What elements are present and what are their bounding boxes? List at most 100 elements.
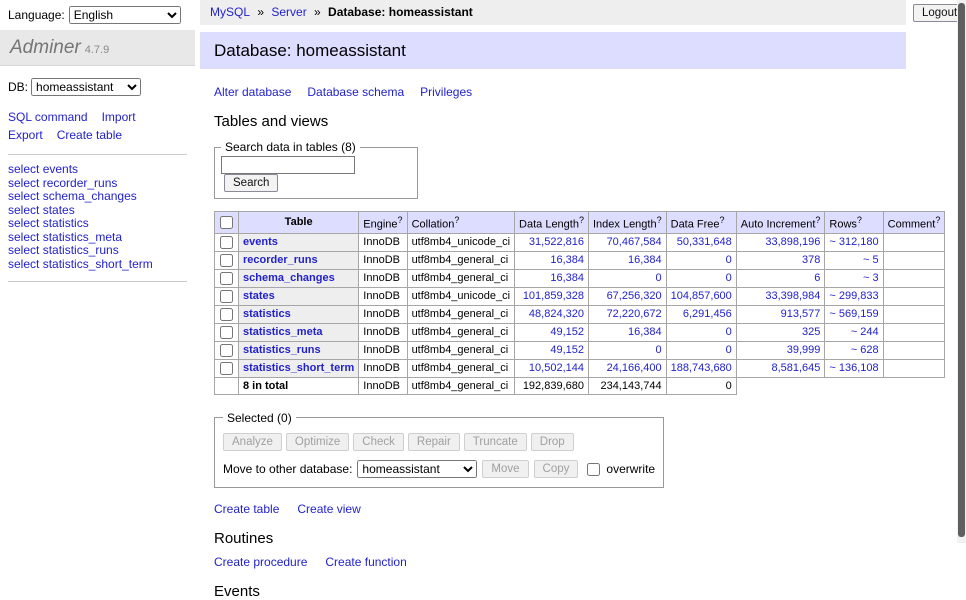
row-checkbox[interactable] bbox=[220, 362, 233, 375]
data-free-cell-link[interactable]: 104,857,600 bbox=[671, 290, 732, 302]
select-all-checkbox[interactable] bbox=[220, 216, 233, 229]
table-link[interactable]: statistics_runs bbox=[43, 243, 119, 257]
data-length-cell-link[interactable]: 48,824,320 bbox=[529, 308, 584, 320]
drop-button[interactable]: Drop bbox=[531, 433, 574, 451]
auto-increment-cell-link[interactable]: 39,999 bbox=[787, 344, 821, 356]
table-link[interactable]: statistics bbox=[43, 216, 89, 230]
db-action-link[interactable]: Privileges bbox=[420, 85, 472, 99]
select-table-link[interactable]: select bbox=[8, 230, 39, 244]
select-table-link[interactable]: select bbox=[8, 162, 39, 176]
table-link[interactable]: events bbox=[43, 162, 78, 176]
data-length-cell-link[interactable]: 31,522,816 bbox=[529, 236, 584, 248]
row-checkbox[interactable] bbox=[220, 290, 233, 303]
select-table-link[interactable]: select bbox=[8, 257, 39, 271]
routine-link[interactable]: Create function bbox=[325, 555, 406, 569]
index-length-cell-link[interactable]: 70,467,584 bbox=[607, 236, 662, 248]
data-length-cell-link[interactable]: 10,502,144 bbox=[529, 362, 584, 374]
db-select[interactable]: homeassistant bbox=[31, 78, 141, 96]
table-name-link[interactable]: statistics_short_term bbox=[243, 362, 354, 374]
optimize-button[interactable]: Optimize bbox=[286, 433, 349, 451]
routine-link[interactable]: Create procedure bbox=[214, 555, 307, 569]
auto-increment-cell-link[interactable]: 6 bbox=[814, 272, 820, 284]
rows-cell-link[interactable]: ~ 299,833 bbox=[829, 290, 878, 302]
auto-increment-cell-link[interactable]: 378 bbox=[802, 254, 820, 266]
table-name-link[interactable]: statistics_runs bbox=[243, 344, 321, 356]
row-checkbox[interactable] bbox=[220, 236, 233, 249]
rows-cell-link[interactable]: ~ 136,108 bbox=[829, 362, 878, 374]
rows-cell-link[interactable]: ~ 244 bbox=[851, 326, 879, 338]
table-link[interactable]: recorder_runs bbox=[43, 176, 118, 190]
db-action-link[interactable]: Database schema bbox=[307, 85, 404, 99]
auto-increment-cell-link[interactable]: 33,898,196 bbox=[765, 236, 820, 248]
table-link[interactable]: statistics_meta bbox=[43, 230, 122, 244]
scrollbar-thumb[interactable] bbox=[958, 3, 965, 537]
row-checkbox[interactable] bbox=[220, 272, 233, 285]
auto-increment-cell-link[interactable]: 33,398,984 bbox=[765, 290, 820, 302]
index-length-cell-link[interactable]: 16,384 bbox=[628, 254, 662, 266]
table-name-link[interactable]: schema_changes bbox=[243, 272, 335, 284]
data-free-cell-link[interactable]: 50,331,648 bbox=[677, 236, 732, 248]
row-checkbox[interactable] bbox=[220, 326, 233, 339]
select-table-link[interactable]: select bbox=[8, 176, 39, 190]
rows-cell-link[interactable]: ~ 569,159 bbox=[829, 308, 878, 320]
data-free-cell-link[interactable]: 0 bbox=[726, 272, 732, 284]
index-length-cell-link[interactable]: 72,220,672 bbox=[607, 308, 662, 320]
data-length-cell-link[interactable]: 49,152 bbox=[550, 326, 584, 338]
data-free-cell-link[interactable]: 0 bbox=[726, 254, 732, 266]
rows-cell-link[interactable]: ~ 5 bbox=[863, 254, 879, 266]
data-free-cell-link[interactable]: 0 bbox=[726, 326, 732, 338]
breadcrumb-item[interactable]: Server bbox=[271, 5, 306, 19]
sidebar-link[interactable]: SQL command bbox=[8, 110, 88, 124]
copy-button[interactable]: Copy bbox=[534, 460, 579, 478]
select-table-link[interactable]: select bbox=[8, 243, 39, 257]
sidebar-link[interactable]: Create table bbox=[57, 128, 122, 142]
table-link[interactable]: states bbox=[43, 203, 75, 217]
sidebar-link[interactable]: Export bbox=[8, 128, 43, 142]
check-button[interactable]: Check bbox=[353, 433, 404, 451]
auto-increment-cell-link[interactable]: 913,577 bbox=[781, 308, 821, 320]
select-table-link[interactable]: select bbox=[8, 216, 39, 230]
move-button[interactable]: Move bbox=[482, 460, 528, 478]
rows-cell-link[interactable]: ~ 628 bbox=[851, 344, 879, 356]
analyze-button[interactable]: Analyze bbox=[223, 433, 282, 451]
table-name-link[interactable]: events bbox=[243, 236, 278, 248]
table-name-link[interactable]: statistics_meta bbox=[243, 326, 323, 338]
row-checkbox[interactable] bbox=[220, 308, 233, 321]
index-length-cell-link[interactable]: 16,384 bbox=[628, 326, 662, 338]
data-free-cell-link[interactable]: 0 bbox=[726, 344, 732, 356]
table-link[interactable]: schema_changes bbox=[43, 189, 137, 203]
row-checkbox[interactable] bbox=[220, 254, 233, 267]
data-free-cell-link[interactable]: 188,743,680 bbox=[671, 362, 732, 374]
rows-cell-link[interactable]: ~ 3 bbox=[863, 272, 879, 284]
data-length-cell-link[interactable]: 16,384 bbox=[550, 254, 584, 266]
sidebar-link[interactable]: Import bbox=[102, 110, 136, 124]
language-select[interactable]: English bbox=[69, 6, 181, 24]
data-free-cell-link[interactable]: 6,291,456 bbox=[683, 308, 732, 320]
table-name-link[interactable]: statistics bbox=[243, 308, 291, 320]
rows-cell-link[interactable]: ~ 312,180 bbox=[829, 236, 878, 248]
table-name-link[interactable]: states bbox=[243, 290, 275, 302]
data-length-cell-link[interactable]: 101,859,328 bbox=[523, 290, 584, 302]
overwrite-checkbox[interactable] bbox=[587, 463, 600, 476]
table-name-link[interactable]: recorder_runs bbox=[243, 254, 318, 266]
row-checkbox[interactable] bbox=[220, 344, 233, 357]
db-action-link[interactable]: Alter database bbox=[214, 85, 291, 99]
index-length-cell-link[interactable]: 0 bbox=[656, 344, 662, 356]
search-input[interactable] bbox=[221, 156, 355, 174]
create-link[interactable]: Create view bbox=[297, 502, 360, 516]
index-length-cell-link[interactable]: 24,166,400 bbox=[607, 362, 662, 374]
move-db-select[interactable]: homeassistant bbox=[357, 460, 477, 478]
truncate-button[interactable]: Truncate bbox=[464, 433, 527, 451]
scrollbar[interactable] bbox=[957, 0, 966, 543]
index-length-cell-link[interactable]: 67,256,320 bbox=[607, 290, 662, 302]
auto-increment-cell-link[interactable]: 325 bbox=[802, 326, 820, 338]
repair-button[interactable]: Repair bbox=[408, 433, 460, 451]
select-table-link[interactable]: select bbox=[8, 203, 39, 217]
breadcrumb-item[interactable]: MySQL bbox=[210, 5, 250, 19]
auto-increment-cell-link[interactable]: 8,581,645 bbox=[771, 362, 820, 374]
search-button[interactable]: Search bbox=[224, 174, 278, 192]
table-link[interactable]: statistics_short_term bbox=[43, 257, 153, 271]
data-length-cell-link[interactable]: 16,384 bbox=[550, 272, 584, 284]
index-length-cell-link[interactable]: 0 bbox=[656, 272, 662, 284]
data-length-cell-link[interactable]: 49,152 bbox=[550, 344, 584, 356]
